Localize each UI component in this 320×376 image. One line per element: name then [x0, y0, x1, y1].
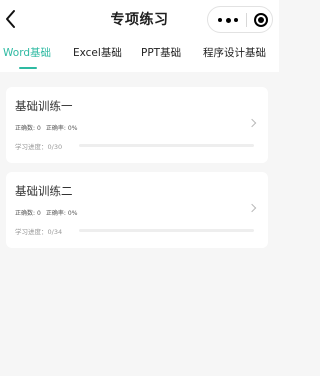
capsule-divider [246, 13, 247, 27]
chevron-right-icon [247, 118, 257, 128]
card-stats: 正确数: 0 正确率: 0% [15, 123, 79, 132]
tab-word[interactable]: Word基础 [3, 45, 51, 60]
tab-ppt[interactable]: PPT基础 [141, 45, 181, 60]
more-icon[interactable] [218, 14, 238, 26]
correct-rate-label: 正确率: [45, 210, 66, 217]
progress-count: 0/30 [47, 143, 63, 151]
progress-label: 学习进度：0/30 [15, 141, 62, 151]
card-title: 基础训练二 [15, 184, 73, 198]
correct-rate-label: 正确率: [45, 125, 66, 132]
card-stats: 正确数: 0 正确率: 0% [15, 208, 79, 217]
correct-count-value: 0 [37, 210, 41, 217]
progress-label: 学习进度：0/34 [15, 226, 62, 236]
correct-count-label: 正确数: [15, 210, 36, 217]
category-tabs: Word基础 Excel基础 PPT基础 程序设计基础 [0, 40, 279, 72]
tab-programming[interactable]: 程序设计基础 [203, 45, 266, 60]
progress-count: 0/34 [47, 228, 63, 236]
card-title: 基础训练一 [15, 99, 73, 113]
correct-count-value: 0 [37, 125, 41, 132]
correct-count-label: 正确数: [15, 125, 36, 132]
practice-card[interactable]: 基础训练一 正确数: 0 正确率: 0% 学习进度：0/30 [6, 87, 268, 163]
progress-bar [79, 229, 254, 232]
top-bar: 专项练习 [0, 0, 279, 40]
progress-label-text: 学习进度： [15, 143, 48, 151]
progress-label-text: 学习进度： [15, 228, 48, 236]
chevron-right-icon [247, 203, 257, 213]
progress-bar [79, 144, 254, 147]
mini-program-capsule [207, 6, 273, 33]
tab-excel[interactable]: Excel基础 [73, 45, 122, 60]
correct-rate-value: 0% [67, 210, 78, 217]
practice-card[interactable]: 基础训练二 正确数: 0 正确率: 0% 学习进度：0/34 [6, 172, 268, 248]
active-tab-indicator [19, 67, 37, 69]
correct-rate-value: 0% [67, 125, 78, 132]
target-icon[interactable] [254, 13, 268, 27]
